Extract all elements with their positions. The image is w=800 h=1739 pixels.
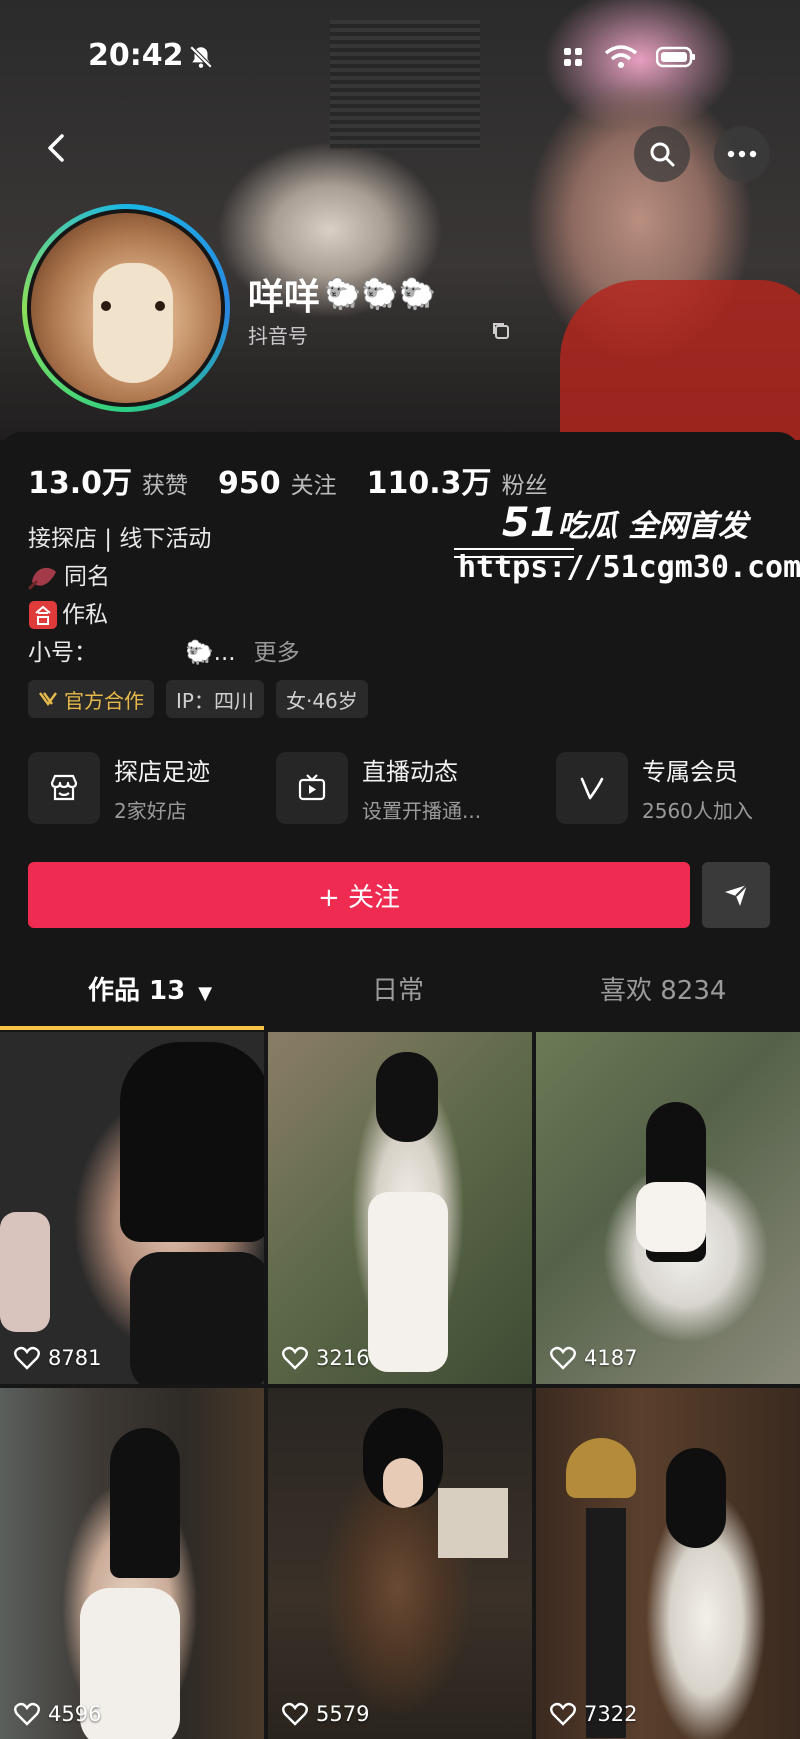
stat-likes[interactable]: 13.0万 获赞 [28, 458, 188, 502]
video-thumbnail[interactable]: 5579 [268, 1388, 532, 1739]
membership-v-icon [580, 777, 604, 800]
video-likes: 8781 [14, 1346, 101, 1370]
profile-nickname: 咩咩 🐑🐑🐑 [248, 276, 437, 319]
tab-works[interactable]: 作品 13 ▼ [88, 970, 212, 1007]
bio-line-3: 作私 [62, 602, 108, 628]
service-exclusive-membership[interactable]: 专属会员 2560人加入 [556, 752, 753, 824]
video-thumbnail[interactable]: 7322 [536, 1388, 800, 1739]
copy-id-icon[interactable] [490, 320, 512, 342]
more-dots-icon [727, 150, 757, 158]
video-thumbnail[interactable]: 8781 [0, 1032, 264, 1384]
more-options-button[interactable] [714, 126, 770, 182]
follow-button[interactable]: + 关注 [28, 862, 690, 928]
stat-following[interactable]: 950 关注 [218, 466, 337, 501]
back-arrow-icon[interactable] [38, 128, 78, 168]
video-thumbnail[interactable]: 4596 [0, 1388, 264, 1739]
service-live-updates[interactable]: 直播动态 设置开播通... [276, 752, 481, 824]
video-thumbnail[interactable]: 3216 [268, 1032, 532, 1384]
store-icon [50, 774, 78, 801]
send-share-icon [725, 884, 748, 906]
heart-icon [282, 1702, 308, 1726]
video-likes: 4187 [550, 1346, 637, 1370]
content-tabs: 作品 13 ▼ 日常 喜欢 8234 [0, 960, 800, 1030]
heart-icon [550, 1702, 576, 1726]
status-time: 20:42 [88, 38, 184, 73]
profile-stats: 13.0万 获赞 950 关注 110.3万 粉丝 [28, 458, 578, 502]
tv-live-icon [298, 774, 326, 801]
status-icons [560, 44, 696, 70]
search-button[interactable] [634, 126, 690, 182]
sim-icon [564, 48, 582, 66]
tab-likes[interactable]: 喜欢 8234 [600, 970, 726, 1007]
profile-services: 探店足迹 2家好店 直播动态 设置开播通... 专属会员 2560人加入 [28, 752, 778, 828]
video-thumbnail[interactable]: 4187 [536, 1032, 800, 1384]
video-likes: 4596 [14, 1702, 101, 1726]
search-icon [650, 142, 675, 167]
cover-background-blinds [330, 20, 480, 150]
service-store-visits[interactable]: 探店足迹 2家好店 [28, 752, 210, 824]
mute-bell-icon [189, 45, 213, 69]
cooperation-icon [39, 692, 57, 707]
sheep-emoji: 🐑🐑🐑 [324, 276, 437, 312]
heart-icon [282, 1346, 308, 1370]
share-button[interactable] [702, 862, 770, 928]
video-likes: 3216 [282, 1346, 369, 1370]
bio-alt-account-label: 小号： [28, 640, 97, 666]
bio-alt-account-value: 🐑... [185, 640, 236, 666]
stat-followers[interactable]: 110.3万 粉丝 [367, 458, 548, 502]
douyin-id-label: 抖音号 [248, 324, 308, 348]
video-grid: 8781 3216 4187 4596 5579 7322 [0, 1032, 800, 1739]
bio-more-link[interactable]: 更多 [254, 634, 300, 672]
active-tab-indicator [0, 1026, 264, 1030]
profile-tags: 官方合作 IP：四川 女·46岁 [28, 680, 368, 718]
heart-icon [14, 1346, 40, 1370]
wifi-icon [604, 45, 638, 68]
tag-gender-age: 女·46岁 [275, 680, 368, 718]
avatar[interactable] [22, 204, 230, 412]
video-likes: 5579 [282, 1702, 369, 1726]
tag-official-cooperation[interactable]: 官方合作 [28, 680, 154, 718]
profile-bio: 接探店 | 线下活动 同名 作私 小号： 🐑... 更多 [28, 520, 300, 672]
red-square-badge-icon [29, 601, 57, 629]
video-likes: 7322 [550, 1702, 637, 1726]
battery-icon [656, 46, 695, 68]
cover-background-shirt [560, 280, 800, 440]
chevron-down-icon: ▼ [198, 983, 213, 1004]
site-watermark: 51吃瓜 全网首发 https://51cgm30.com [454, 500, 800, 585]
bio-line-1: 接探店 | 线下活动 [28, 526, 212, 552]
tag-ip-location: IP：四川 [166, 680, 264, 718]
heart-icon [550, 1346, 576, 1370]
heart-icon [14, 1702, 40, 1726]
tab-daily[interactable]: 日常 [372, 970, 424, 1007]
alpaca-avatar-image [31, 213, 221, 403]
bio-line-2: 同名 [64, 564, 110, 590]
sweet-potato-icon [28, 567, 56, 590]
